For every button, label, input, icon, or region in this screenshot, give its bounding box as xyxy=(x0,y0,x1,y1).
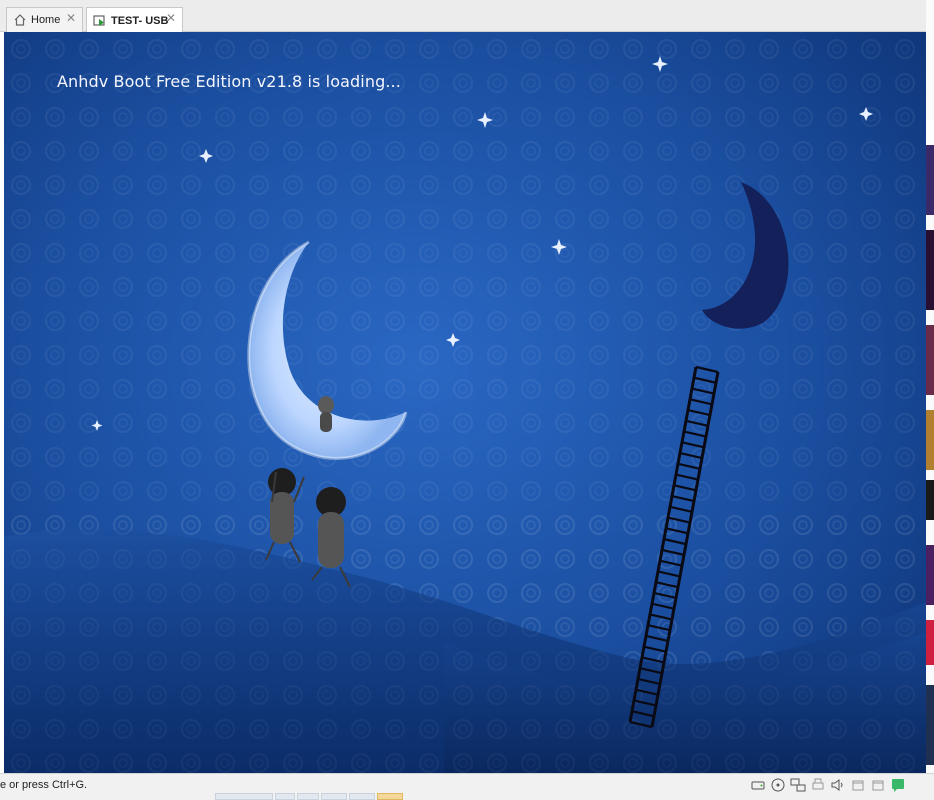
tab-home-label: Home xyxy=(31,14,61,26)
printer-icon[interactable] xyxy=(810,777,826,793)
vm-console-screen[interactable]: Anhdv Boot Free Edition v21.8 is loading… xyxy=(4,32,926,773)
boot-loading-message: Anhdv Boot Free Edition v21.8 is loading… xyxy=(57,72,401,91)
vm-running-icon xyxy=(93,14,107,28)
sound-icon[interactable] xyxy=(830,777,846,793)
close-icon[interactable]: ✕ xyxy=(166,12,176,24)
boot-background-image xyxy=(4,32,926,773)
taskbar-sliver xyxy=(215,793,403,800)
usb-icon[interactable] xyxy=(850,777,866,793)
status-hint-text: e or press Ctrl+G. xyxy=(0,779,88,791)
tab-test-usb-label: TEST- USB xyxy=(111,14,169,27)
tab-home[interactable]: Home ✕ xyxy=(6,7,83,32)
cd-dvd-icon[interactable] xyxy=(770,777,786,793)
tab-test-usb[interactable]: TEST- USB ✕ xyxy=(86,7,183,33)
hard-disk-icon[interactable] xyxy=(750,777,766,793)
device-icons xyxy=(750,777,906,795)
network-icon[interactable] xyxy=(790,777,806,793)
message-icon[interactable] xyxy=(890,777,906,793)
close-icon[interactable]: ✕ xyxy=(66,12,76,24)
adjacent-window-strip xyxy=(926,0,934,800)
status-bar: e or press Ctrl+G. xyxy=(0,773,934,800)
usb-icon-2[interactable] xyxy=(870,777,886,793)
tab-bar: Home ✕ TEST- USB ✕ xyxy=(0,0,926,33)
home-icon xyxy=(13,13,27,27)
